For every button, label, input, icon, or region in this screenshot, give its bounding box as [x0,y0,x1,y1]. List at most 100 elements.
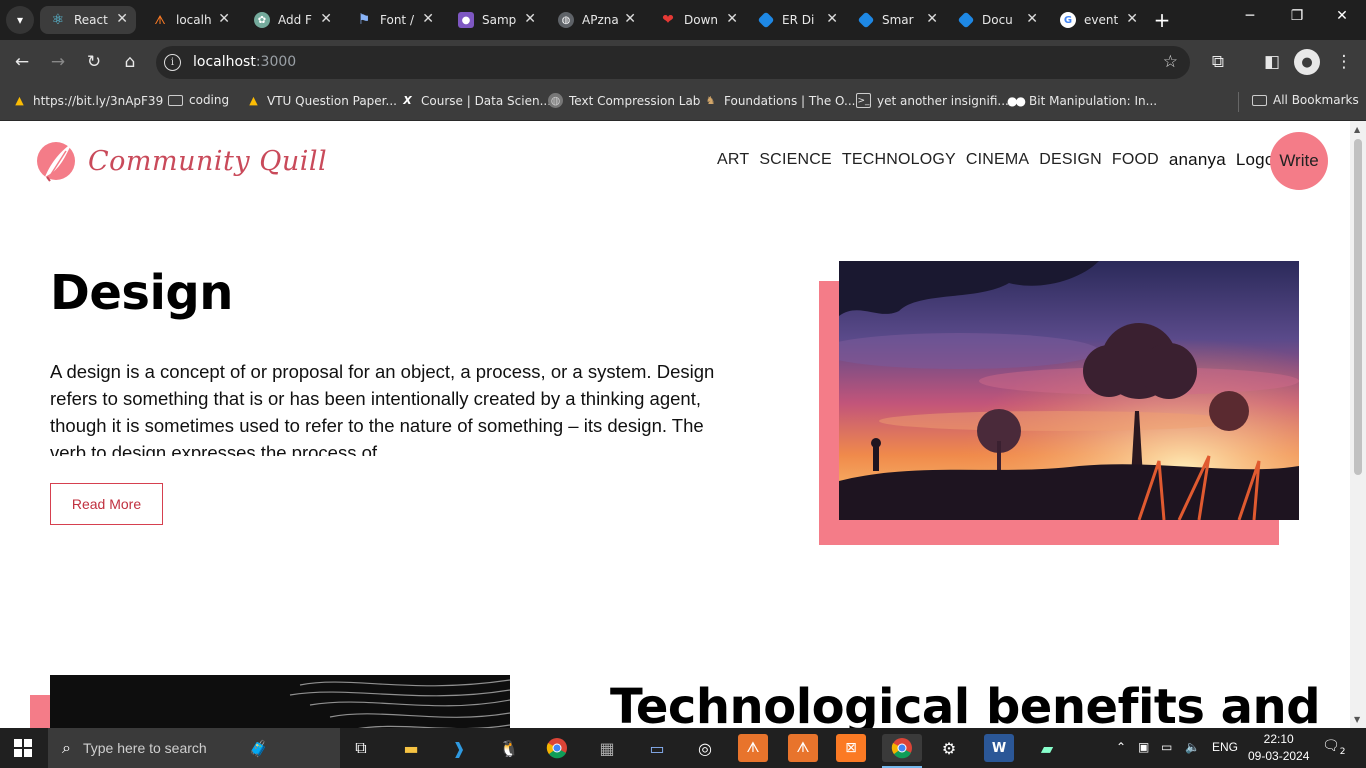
xampp-icon[interactable]: ᗑ [738,734,768,762]
tray-meet-icon[interactable]: ▣ [1138,740,1149,754]
scrollbar-thumb[interactable] [1354,139,1362,475]
bookmark-star-icon[interactable]: ☆ [1163,52,1178,72]
page-scrollbar[interactable]: ▲ ▼ [1350,121,1366,728]
write-button[interactable]: Write [1270,132,1328,190]
post-title[interactable]: Technological benefits and [610,679,1321,728]
windows-start-icon[interactable] [14,739,32,761]
flag-icon: ⚑ [357,12,371,28]
nav-username[interactable]: ananya [1169,150,1226,170]
x-icon: X [403,94,412,107]
post-title[interactable]: Design [50,265,233,321]
chrome-active-icon[interactable] [882,734,922,768]
system-clock[interactable]: 22:10 09-03-2024 [1248,731,1309,765]
bookmark-label: Bit Manipulation: In... [1029,93,1158,108]
all-bookmarks-button[interactable]: All Bookmarks [1252,93,1359,107]
all-bookmarks-label: All Bookmarks [1273,93,1359,107]
chrome-icon[interactable] [542,734,572,762]
bookmark-item[interactable]: ◍ Text Compression Lab [548,93,700,108]
site-logo[interactable]: Community Quill [36,137,327,185]
tray-chevron-icon[interactable]: ⌃ [1116,740,1126,754]
nav-design[interactable]: DESIGN [1039,151,1102,169]
language-indicator[interactable]: ENG [1212,740,1238,754]
bookmark-item[interactable]: >_ yet another insignifi... [856,93,1009,108]
main-nav: ART SCIENCE TECHNOLOGY CINEMA DESIGN FOO… [717,150,1299,170]
scroll-down-icon[interactable]: ▼ [1354,715,1360,724]
vscode-icon[interactable]: ❱ [444,734,474,762]
tab-event[interactable]: G event ✕ [1050,6,1146,34]
notifications-icon[interactable]: 🗨2 [1322,738,1346,757]
nav-technology[interactable]: TECHNOLOGY [842,151,956,169]
scroll-up-icon[interactable]: ▲ [1354,125,1360,134]
nav-art[interactable]: ART [717,151,749,169]
tab-title: Font / [380,13,414,27]
url-text[interactable]: localhost:3000 [193,54,296,70]
site-info-icon[interactable]: i [164,54,181,71]
tab-smart[interactable]: Smar ✕ [850,6,946,34]
profile-icon[interactable]: ● [1294,49,1320,75]
post-description: A design is a concept of or proposal for… [50,361,715,456]
bookmark-item[interactable]: coding [168,93,229,107]
side-panel-icon[interactable]: ◧ [1259,49,1285,75]
close-tab-icon[interactable]: ✕ [524,11,536,27]
tab-localhost[interactable]: ᗑ localh ✕ [142,6,238,34]
home-button[interactable]: ⌂ [117,49,143,75]
back-button[interactable]: ← [9,49,35,75]
minimize-button[interactable]: ─ [1230,8,1270,24]
search-placeholder: Type here to search [82,740,207,756]
tab-docu[interactable]: Docu ✕ [950,6,1046,34]
close-tab-icon[interactable]: ✕ [624,11,636,27]
tab-search-icon[interactable]: ▾ [6,6,34,34]
notes-icon[interactable]: ▰ [1032,734,1062,762]
close-tab-icon[interactable]: ✕ [422,11,434,27]
nav-science[interactable]: SCIENCE [759,151,832,169]
tab-add[interactable]: ✿ Add F ✕ [244,6,340,34]
volume-icon[interactable]: 🔈 [1185,740,1200,754]
settings-gear-icon[interactable]: ⚙ [934,734,964,762]
bookmark-item[interactable]: ▲ https://bit.ly/3nApF39 [12,93,163,108]
extensions-icon[interactable]: ⧉ [1205,49,1231,75]
close-tab-icon[interactable]: ✕ [1126,11,1138,27]
tab-download[interactable]: ❤ Down ✕ [650,6,746,34]
restore-button[interactable]: ❐ [1277,8,1317,24]
word-icon[interactable]: W [984,734,1014,762]
whatsapp-icon[interactable]: ◎ [690,734,720,762]
nav-food[interactable]: FOOD [1112,151,1159,169]
calculator-icon[interactable]: ▦ [592,734,622,762]
reload-button[interactable]: ↻ [81,49,107,75]
read-more-button[interactable]: Read More [50,483,163,525]
close-tab-icon[interactable]: ✕ [726,11,738,27]
linux-icon[interactable]: 🐧 [494,734,524,762]
forward-button[interactable]: → [45,49,71,75]
tab-title: Down [684,13,719,27]
xampp-control-icon[interactable]: ⊠ [836,734,866,762]
tab-er-diagram[interactable]: ER Di ✕ [750,6,846,34]
task-view-icon[interactable]: ⧉ [346,734,376,762]
close-window-button[interactable]: ✕ [1322,8,1362,24]
new-tab-button[interactable]: + [1150,8,1174,32]
close-tab-icon[interactable]: ✕ [1026,11,1038,27]
battery-icon[interactable]: ▭ [1161,740,1172,754]
close-tab-icon[interactable]: ✕ [320,11,332,27]
bookmark-item[interactable]: ●● Bit Manipulation: In... [1007,93,1158,108]
tab-apzna[interactable]: ◍ APzna ✕ [548,6,644,34]
nav-cinema[interactable]: CINEMA [966,151,1029,169]
tab-font[interactable]: ⚑ Font / ✕ [346,6,442,34]
file-explorer-icon[interactable]: ▬ [396,734,426,762]
close-tab-icon[interactable]: ✕ [218,11,230,27]
connect-icon[interactable]: ▭ [642,734,672,762]
bookmark-item[interactable]: X Course | Data Scien... [400,93,551,108]
menu-kebab-icon[interactable]: ⋮ [1331,49,1357,75]
bookmark-item[interactable]: ▲ VTU Question Paper... [246,93,397,108]
close-tab-icon[interactable]: ✕ [116,11,128,27]
clock-time: 22:10 [1263,732,1294,746]
close-tab-icon[interactable]: ✕ [826,11,838,27]
xampp-icon[interactable]: ᗑ [788,734,818,762]
quill-icon [37,142,75,182]
taskbar-search[interactable]: ⌕ Type here to search 🧳 [48,728,340,768]
close-tab-icon[interactable]: ✕ [926,11,938,27]
tab-sample[interactable]: ● Samp ✕ [448,6,544,34]
bookmark-label: https://bit.ly/3nApF39 [33,93,164,108]
bookmark-item[interactable]: ♞ Foundations | The O... [703,93,856,108]
tab-react[interactable]: ⚛ React ✕ [40,6,136,34]
address-bar[interactable]: i localhost:3000 ☆ [156,46,1190,79]
